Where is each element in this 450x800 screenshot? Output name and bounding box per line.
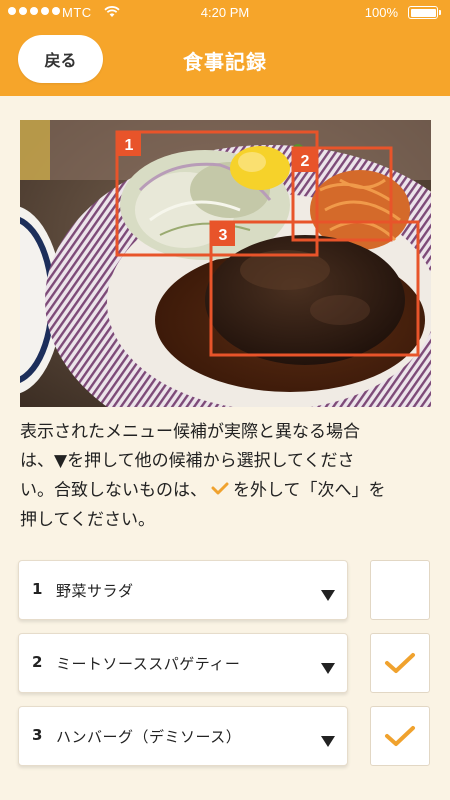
dropdown-triangle-icon: [321, 659, 335, 678]
battery-percentage: 100%: [364, 5, 398, 20]
instructions-line-3: い。合致しないものは、 を外して「次へ」を: [20, 476, 432, 506]
svg-text:3: 3: [219, 227, 228, 244]
instructions-line-1: 表示されたメニュー候補が実際と異なる場合: [20, 422, 360, 442]
check-icon: [385, 653, 415, 673]
menu-label: ハンバーグ（デミソース）: [56, 728, 242, 746]
menu-candidate-row: 1 野菜サラダ: [18, 560, 432, 622]
include-checkbox-2[interactable]: [370, 633, 430, 693]
svg-text:2: 2: [301, 153, 310, 170]
check-icon: [211, 476, 229, 505]
detection-box-label-3: 3: [211, 222, 235, 246]
menu-number: 2: [32, 653, 43, 671]
menu-candidate-row: 3 ハンバーグ（デミソース）: [18, 706, 432, 768]
instructions-line-2: は、▼を押して他の候補から選択してくださ: [20, 451, 355, 471]
menu-candidate-row: 2 ミートソーススパゲティー: [18, 633, 432, 695]
meal-photo: 1 2 3: [20, 120, 431, 407]
svg-text:1: 1: [125, 137, 134, 154]
menu-label: 野菜サラダ: [56, 582, 134, 600]
status-bar: MTC 4:20 PM 100%: [0, 0, 450, 26]
instructions-line-4: 押してください。: [20, 509, 155, 530]
menu-select-1[interactable]: 1 野菜サラダ: [18, 560, 348, 620]
menu-select-3[interactable]: 3 ハンバーグ（デミソース）: [18, 706, 348, 766]
include-checkbox-1[interactable]: [370, 560, 430, 620]
detection-box-label-2: 2: [293, 148, 317, 172]
instructions-line-3b: を外して「次へ」を: [233, 480, 386, 501]
page-title: 食事記録: [183, 50, 267, 74]
dropdown-triangle-icon: [321, 586, 335, 605]
check-icon: [385, 726, 415, 746]
battery-icon: [408, 6, 441, 19]
include-checkbox-3[interactable]: [370, 706, 430, 766]
detection-box-label-1: 1: [117, 132, 141, 156]
instructions-line-3a: い。合致しないものは、: [20, 480, 207, 501]
menu-label: ミートソーススパゲティー: [56, 655, 241, 673]
instructions-text: 表示されたメニュー候補が実際と異なる場合 は、▼を押して他の候補から選択してくだ…: [20, 418, 432, 535]
app-header: MTC 4:20 PM 100% 戻る 食事記録: [0, 0, 450, 96]
menu-number: 3: [32, 726, 43, 744]
dropdown-triangle-icon: [321, 732, 335, 751]
menu-number: 1: [32, 580, 43, 598]
menu-select-2[interactable]: 2 ミートソーススパゲティー: [18, 633, 348, 693]
